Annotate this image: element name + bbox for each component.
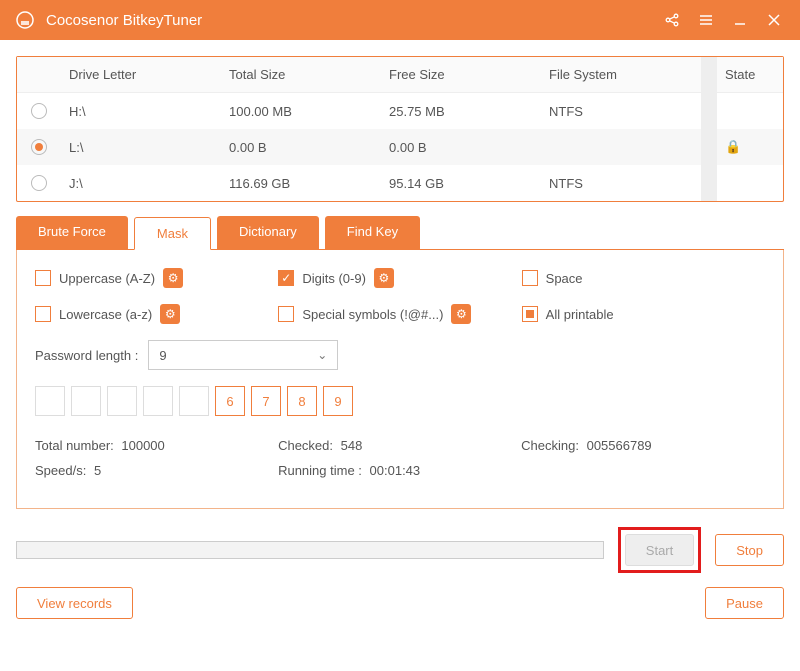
drive-radio[interactable]	[31, 139, 47, 155]
total-number-value: 100000	[121, 438, 164, 453]
allprintable-label: All printable	[546, 307, 614, 322]
tab-brute-force[interactable]: Brute Force	[16, 216, 128, 249]
mask-box[interactable]: 7	[251, 386, 281, 416]
tab-mask[interactable]: Mask	[134, 217, 211, 250]
running-time-label: Running time :	[278, 463, 365, 478]
special-label: Special symbols (!@#...)	[302, 307, 443, 322]
digits-gear-icon[interactable]: ⚙	[374, 268, 394, 288]
uppercase-gear-icon[interactable]: ⚙	[163, 268, 183, 288]
drive-letter: L:\	[61, 130, 221, 165]
mode-tabs: Brute ForceMaskDictionaryFind Key	[16, 216, 784, 250]
share-icon[interactable]	[660, 8, 684, 32]
checked-value: 548	[341, 438, 363, 453]
mask-boxes: 6789	[35, 386, 765, 416]
header-drive-letter: Drive Letter	[61, 57, 221, 92]
mask-box[interactable]	[71, 386, 101, 416]
total-number-label: Total number:	[35, 438, 117, 453]
space-label: Space	[546, 271, 583, 286]
lowercase-gear-icon[interactable]: ⚙	[160, 304, 180, 324]
drive-free: 25.75 MB	[381, 94, 541, 129]
drive-total: 0.00 B	[221, 130, 381, 165]
drive-free: 0.00 B	[381, 130, 541, 165]
drive-table-header: Drive Letter Total Size Free Size File S…	[17, 57, 783, 93]
tab-dictionary[interactable]: Dictionary	[217, 216, 319, 249]
uppercase-checkbox[interactable]	[35, 270, 51, 286]
start-highlight: Start	[618, 527, 701, 573]
header-file-system: File System	[541, 57, 701, 92]
chevron-down-icon: ⌄	[317, 348, 327, 362]
drive-letter: J:\	[61, 166, 221, 201]
mask-box[interactable]	[143, 386, 173, 416]
uppercase-label: Uppercase (A-Z)	[59, 271, 155, 286]
mask-box[interactable]	[179, 386, 209, 416]
table-row[interactable]: H:\100.00 MB25.75 MBNTFS	[17, 93, 783, 129]
view-records-button[interactable]: View records	[16, 587, 133, 619]
special-gear-icon[interactable]: ⚙	[451, 304, 471, 324]
allprintable-checkbox[interactable]	[522, 306, 538, 322]
lowercase-label: Lowercase (a-z)	[59, 307, 152, 322]
running-time-value: 00:01:43	[370, 463, 421, 478]
special-checkbox[interactable]	[278, 306, 294, 322]
drive-letter: H:\	[61, 94, 221, 129]
drive-radio[interactable]	[31, 103, 47, 119]
drive-fs	[541, 137, 701, 157]
drive-total: 116.69 GB	[221, 166, 381, 201]
drive-radio[interactable]	[31, 175, 47, 191]
table-row[interactable]: L:\0.00 B0.00 B🔒	[17, 129, 783, 165]
checking-value: 005566789	[587, 438, 652, 453]
app-title: Cocosenor BitkeyTuner	[46, 12, 650, 29]
checking-label: Checking:	[521, 438, 582, 453]
tab-find-key[interactable]: Find Key	[325, 216, 420, 249]
header-free-size: Free Size	[381, 57, 541, 92]
header-total-size: Total Size	[221, 57, 381, 92]
drive-fs: NTFS	[541, 166, 701, 201]
lowercase-checkbox[interactable]	[35, 306, 51, 322]
close-icon[interactable]	[762, 8, 786, 32]
drive-state	[717, 173, 783, 193]
menu-icon[interactable]	[694, 8, 718, 32]
drive-state	[717, 101, 783, 121]
start-button[interactable]: Start	[625, 534, 694, 566]
password-length-value: 9	[159, 348, 166, 363]
checked-label: Checked:	[278, 438, 337, 453]
minimize-icon[interactable]	[728, 8, 752, 32]
drive-fs: NTFS	[541, 94, 701, 129]
stop-button[interactable]: Stop	[715, 534, 784, 566]
lock-icon: 🔒	[725, 139, 741, 155]
pause-button[interactable]: Pause	[705, 587, 784, 619]
header-state: State	[717, 57, 783, 92]
app-logo-icon	[14, 9, 36, 31]
space-checkbox[interactable]	[522, 270, 538, 286]
speed-label: Speed/s:	[35, 463, 90, 478]
drive-free: 95.14 GB	[381, 166, 541, 201]
titlebar: Cocosenor BitkeyTuner	[0, 0, 800, 40]
drive-state: 🔒	[717, 129, 783, 165]
options-pane: Uppercase (A-Z) ⚙ ✓ Digits (0-9) ⚙ Space…	[16, 250, 784, 509]
mask-box[interactable]: 6	[215, 386, 245, 416]
drive-total: 100.00 MB	[221, 94, 381, 129]
mask-box[interactable]	[107, 386, 137, 416]
password-length-label: Password length :	[35, 348, 138, 363]
drive-table: Drive Letter Total Size Free Size File S…	[16, 56, 784, 202]
mask-box[interactable]	[35, 386, 65, 416]
digits-checkbox[interactable]: ✓	[278, 270, 294, 286]
progress-bar	[16, 541, 604, 559]
mask-box[interactable]: 8	[287, 386, 317, 416]
mask-box[interactable]: 9	[323, 386, 353, 416]
table-row[interactable]: J:\116.69 GB95.14 GBNTFS	[17, 165, 783, 201]
speed-value: 5	[94, 463, 101, 478]
digits-label: Digits (0-9)	[302, 271, 366, 286]
password-length-select[interactable]: 9 ⌄	[148, 340, 338, 370]
